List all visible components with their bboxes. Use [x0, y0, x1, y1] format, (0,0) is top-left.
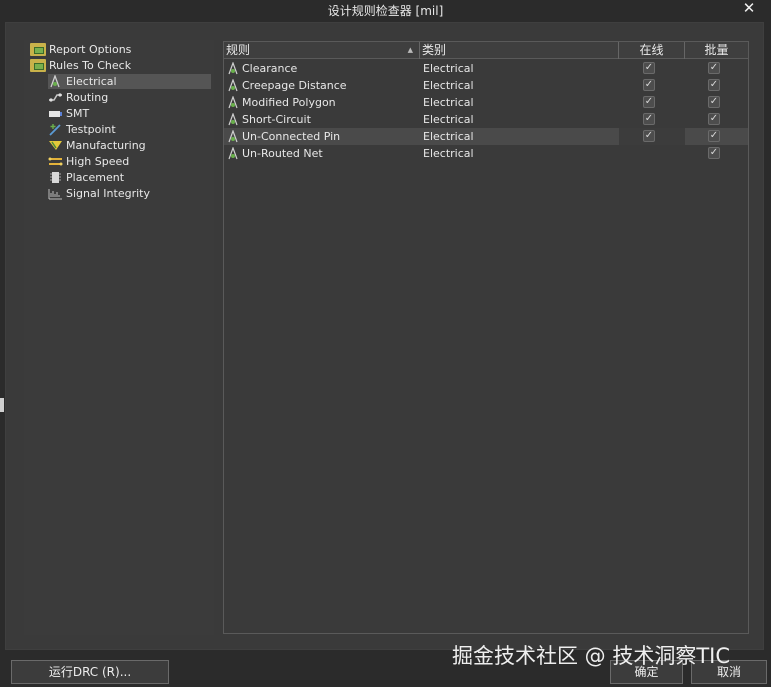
- rule-icon: [228, 62, 238, 75]
- rules-grid[interactable]: 规则 ▲ 类别 在线 批量 Clearance Electrical ✓ ✓ Creep…: [223, 41, 749, 634]
- sort-ascending-icon: ▲: [407, 46, 413, 54]
- rule-icon: [228, 79, 238, 92]
- cell-category: Electrical: [423, 130, 474, 143]
- tree-item-label: Electrical: [66, 75, 117, 88]
- table-row[interactable]: Clearance Electrical ✓ ✓: [224, 60, 748, 77]
- online-checkbox[interactable]: ✓: [643, 113, 655, 125]
- signal-integrity-icon: [48, 187, 63, 200]
- column-header-batch[interactable]: 批量: [685, 42, 748, 59]
- tree-item-label: Manufacturing: [66, 139, 146, 152]
- online-checkbox[interactable]: ✓: [643, 62, 655, 74]
- table-row[interactable]: Un-Connected Pin Electrical ✓ ✓: [224, 128, 748, 145]
- column-label: 类别: [422, 43, 447, 57]
- testpoint-icon: [48, 123, 63, 136]
- high-speed-icon: [48, 155, 63, 168]
- table-row[interactable]: Short-Circuit Electrical ✓ ✓: [224, 111, 748, 128]
- rule-icon: [228, 147, 238, 160]
- routing-icon: [48, 91, 63, 104]
- placement-icon: [48, 171, 63, 184]
- watermark-text: 掘金技术社区 @ 技术洞察TIC: [452, 644, 731, 668]
- tree-item-label: Placement: [66, 171, 125, 184]
- cell-category: Electrical: [423, 113, 474, 126]
- tree-item-routing[interactable]: Routing: [48, 90, 108, 105]
- cell-category: Electrical: [423, 96, 474, 109]
- rules-tree[interactable]: Report Options Rules To Check Electrical…: [24, 40, 214, 635]
- tree-item-smt[interactable]: SMT: [48, 106, 89, 121]
- online-checkbox[interactable]: ✓: [643, 96, 655, 108]
- folder-check-icon: [30, 59, 46, 72]
- window-title: 设计规则检查器 [mil]: [327, 4, 444, 18]
- tree-item-label: Report Options: [49, 43, 132, 56]
- batch-checkbox[interactable]: ✓: [708, 130, 720, 142]
- table-row[interactable]: Un-Routed Net Electrical ✓: [224, 145, 748, 162]
- window-edge-artifact: [0, 398, 4, 412]
- tree-item-label: High Speed: [66, 155, 130, 168]
- rule-icon: [228, 113, 238, 126]
- tree-item-report-options[interactable]: Report Options: [30, 42, 131, 57]
- tree-item-label: Routing: [66, 91, 109, 104]
- batch-checkbox[interactable]: ✓: [708, 96, 720, 108]
- tree-item-manufacturing[interactable]: Manufacturing: [48, 138, 146, 153]
- column-header-category[interactable]: 类别: [422, 42, 619, 59]
- tree-item-label: Signal Integrity: [66, 187, 150, 200]
- cell-category: Electrical: [423, 147, 474, 160]
- tree-item-placement[interactable]: Placement: [48, 170, 124, 185]
- batch-checkbox[interactable]: ✓: [708, 79, 720, 91]
- column-label: 批量: [704, 43, 729, 57]
- tree-item-high-speed[interactable]: High Speed: [48, 154, 129, 169]
- tree-item-label: SMT: [66, 107, 90, 120]
- close-icon[interactable]: ✕: [741, 0, 757, 16]
- smt-icon: [48, 107, 63, 120]
- title-bar: 设计规则检查器 [mil] ✕: [0, 0, 771, 20]
- cell-category: Electrical: [423, 62, 474, 75]
- column-label: 规则: [226, 43, 251, 57]
- table-row[interactable]: Modified Polygon Electrical ✓ ✓: [224, 94, 748, 111]
- cell-category: Electrical: [423, 79, 474, 92]
- batch-checkbox[interactable]: ✓: [708, 62, 720, 74]
- tree-item-testpoint[interactable]: Testpoint: [48, 122, 116, 137]
- batch-checkbox[interactable]: ✓: [708, 113, 720, 125]
- tree-item-electrical[interactable]: Electrical: [48, 74, 211, 89]
- rule-icon: [228, 130, 238, 143]
- cell-rule-name: Un-Connected Pin: [242, 130, 341, 143]
- folder-check-icon: [30, 43, 46, 56]
- tree-item-rules-to-check[interactable]: Rules To Check: [30, 58, 131, 73]
- manufacturing-icon: [48, 139, 63, 152]
- tree-item-label: Rules To Check: [49, 59, 132, 72]
- cell-rule-name: Modified Polygon: [242, 96, 336, 109]
- online-checkbox[interactable]: ✓: [643, 79, 655, 91]
- cell-rule-name: Un-Routed Net: [242, 147, 323, 160]
- tree-item-label: Testpoint: [66, 123, 116, 136]
- run-drc-button[interactable]: 运行DRC (R)...: [11, 660, 169, 684]
- cell-rule-name: Creepage Distance: [242, 79, 347, 92]
- batch-checkbox[interactable]: ✓: [708, 147, 720, 159]
- cell-rule-name: Clearance: [242, 62, 298, 75]
- column-header-online[interactable]: 在线: [619, 42, 685, 59]
- cell-rule-name: Short-Circuit: [242, 113, 311, 126]
- electrical-icon: [48, 74, 63, 88]
- table-row[interactable]: Creepage Distance Electrical ✓ ✓: [224, 77, 748, 94]
- tree-item-signal-integrity[interactable]: Signal Integrity: [48, 186, 150, 201]
- rule-icon: [228, 96, 238, 109]
- column-label: 在线: [639, 43, 664, 57]
- grid-header: 规则 ▲ 类别 在线 批量: [224, 42, 748, 59]
- column-header-rule[interactable]: 规则 ▲: [226, 42, 420, 59]
- online-checkbox[interactable]: ✓: [643, 130, 655, 142]
